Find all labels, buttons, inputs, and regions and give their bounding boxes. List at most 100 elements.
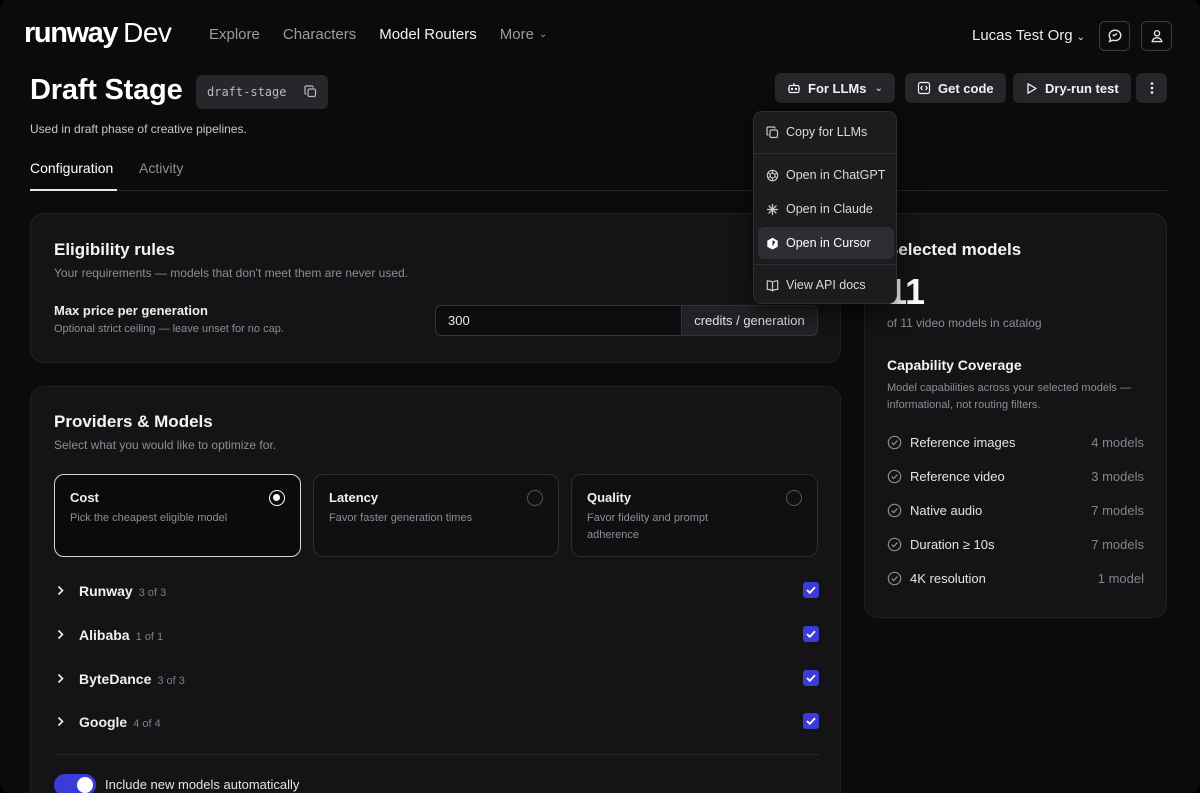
provider-checkbox[interactable] bbox=[803, 582, 819, 598]
tab-configuration[interactable]: Configuration bbox=[30, 160, 113, 176]
nav-more-label: More bbox=[499, 26, 534, 43]
capability-name: Reference video bbox=[910, 469, 1005, 484]
check-icon bbox=[806, 586, 816, 594]
robot-icon bbox=[788, 83, 800, 94]
copy-icon[interactable] bbox=[304, 85, 317, 98]
menu-separator bbox=[754, 153, 896, 154]
tab-activity[interactable]: Activity bbox=[139, 160, 183, 176]
router-slug: draft-stage bbox=[207, 85, 287, 99]
max-price-label: Max price per generation bbox=[54, 303, 208, 318]
providers-subtitle: Select what you would like to optimize f… bbox=[54, 438, 277, 452]
menu-item-open-cursor[interactable]: Open in Cursor bbox=[758, 227, 894, 259]
radio-selected[interactable] bbox=[269, 490, 285, 506]
radio-unselected[interactable] bbox=[786, 490, 802, 506]
check-circle-icon bbox=[887, 537, 902, 552]
get-code-button[interactable]: Get code bbox=[905, 73, 1006, 103]
get-code-label: Get code bbox=[938, 80, 994, 96]
menu-item-view-api-docs[interactable]: View API docs bbox=[758, 269, 894, 301]
for-llms-button[interactable]: For LLMs ⌄ bbox=[775, 73, 895, 103]
nav-model-routers[interactable]: Model Routers bbox=[379, 26, 477, 43]
menu-item-open-chatgpt[interactable]: Open in ChatGPT bbox=[758, 159, 894, 191]
provider-count: 4 of 4 bbox=[133, 718, 161, 730]
logo-wordmark: runway bbox=[24, 17, 119, 49]
provider-checkbox[interactable] bbox=[803, 713, 819, 729]
chevron-right-icon bbox=[57, 716, 64, 727]
coverage-desc: Model capabilities across your selected … bbox=[887, 382, 1131, 411]
menu-item-label: Copy for LLMs bbox=[786, 125, 868, 139]
user-icon bbox=[1150, 30, 1163, 43]
provider-name: ByteDance bbox=[79, 671, 152, 687]
logo[interactable]: runway Dev bbox=[24, 17, 172, 53]
divider bbox=[54, 754, 819, 755]
check-icon bbox=[806, 674, 816, 682]
provider-count: 3 of 3 bbox=[157, 675, 185, 687]
providers-card: Providers & Models Select what you would… bbox=[30, 386, 841, 793]
nav-more[interactable]: More ⌄ bbox=[500, 26, 548, 43]
nav-explore[interactable]: Explore bbox=[209, 26, 260, 43]
page-subtitle: Used in draft phase of creative pipeline… bbox=[30, 122, 247, 136]
dry-run-button[interactable]: Dry-run test bbox=[1013, 73, 1131, 103]
menu-item-open-claude[interactable]: Open in Claude bbox=[758, 193, 894, 225]
capability-name: Reference images bbox=[910, 435, 1016, 450]
org-name: Lucas Test Org bbox=[972, 27, 1073, 44]
option-desc: Favor faster generation times bbox=[329, 512, 473, 524]
copy-icon bbox=[766, 125, 779, 138]
provider-count: 3 of 3 bbox=[138, 587, 167, 599]
optimize-latency-option[interactable]: Latency Favor faster generation times bbox=[313, 474, 559, 557]
more-options-button[interactable] bbox=[1136, 73, 1167, 103]
eligibility-card: Eligibility rules Your requirements — mo… bbox=[30, 213, 841, 363]
more-vertical-icon bbox=[1150, 82, 1153, 94]
auto-include-toggle[interactable] bbox=[54, 774, 96, 793]
radio-unselected[interactable] bbox=[527, 490, 543, 506]
optimize-cost-option[interactable]: Cost Pick the cheapest eligible model bbox=[54, 474, 301, 557]
option-title: Latency bbox=[329, 490, 379, 505]
check-icon bbox=[806, 630, 816, 638]
profile-button[interactable] bbox=[1141, 21, 1172, 51]
active-tab-indicator bbox=[30, 189, 117, 191]
capability-row: Duration ≥ 10s 7 models bbox=[887, 536, 1144, 554]
capability-count: 1 model bbox=[1097, 571, 1144, 586]
chevron-down-icon: ⌄ bbox=[1076, 32, 1085, 43]
optimize-quality-option[interactable]: Quality Favor fidelity and prompt adhere… bbox=[571, 474, 818, 557]
provider-row-bytedance[interactable]: ByteDance 3 of 3 bbox=[54, 667, 819, 691]
provider-checkbox[interactable] bbox=[803, 670, 819, 686]
capability-row: Reference video 3 models bbox=[887, 468, 1144, 486]
check-circle-icon bbox=[887, 571, 902, 586]
provider-row-runway[interactable]: Runway 3 of 3 bbox=[54, 579, 819, 603]
capability-count: 4 models bbox=[1091, 435, 1144, 450]
chevron-right-icon bbox=[57, 673, 64, 684]
catalog-note: of 11 video models in catalog bbox=[887, 316, 1042, 330]
menu-item-label: Open in Claude bbox=[786, 202, 873, 216]
chat-bubble-icon bbox=[1107, 29, 1122, 43]
provider-checkbox[interactable] bbox=[803, 626, 819, 642]
max-price-help: Optional strict ceiling — leave unset fo… bbox=[54, 323, 284, 335]
chevron-right-icon bbox=[57, 629, 64, 640]
max-price-input[interactable] bbox=[435, 305, 682, 336]
org-switcher[interactable]: Lucas Test Org ⌄ bbox=[972, 27, 1085, 44]
selected-models-card: Selected models 11 of 11 video models in… bbox=[864, 213, 1167, 618]
feedback-button[interactable] bbox=[1099, 21, 1130, 51]
page-title: Draft Stage bbox=[30, 74, 183, 106]
dry-run-label: Dry-run test bbox=[1045, 80, 1119, 96]
option-title: Quality bbox=[587, 490, 632, 505]
capability-count: 7 models bbox=[1091, 503, 1144, 518]
provider-row-google[interactable]: Google 4 of 4 bbox=[54, 710, 819, 734]
eligibility-subtitle: Your requirements — models that don't me… bbox=[54, 266, 409, 280]
for-llms-menu: Copy for LLMs Open in ChatGPT Open in Cl… bbox=[753, 111, 897, 304]
selected-models-title: Selected models bbox=[887, 240, 1022, 259]
check-circle-icon bbox=[887, 503, 902, 518]
option-title: Cost bbox=[70, 490, 99, 505]
menu-item-label: View API docs bbox=[786, 278, 866, 292]
chevron-right-icon bbox=[57, 585, 64, 596]
chevron-down-icon: ⌄ bbox=[874, 82, 883, 94]
capability-name: Native audio bbox=[910, 503, 983, 518]
nav-characters[interactable]: Characters bbox=[283, 26, 356, 43]
option-desc: Favor fidelity and prompt adherence bbox=[587, 512, 709, 541]
menu-separator bbox=[754, 264, 896, 265]
logo-suffix: Dev bbox=[123, 17, 172, 48]
for-llms-label: For LLMs bbox=[808, 80, 867, 96]
provider-name: Google bbox=[79, 714, 128, 730]
slug-pill[interactable]: draft-stage bbox=[196, 75, 328, 109]
provider-row-alibaba[interactable]: Alibaba 1 of 1 bbox=[54, 623, 819, 647]
menu-item-copy-for-llms[interactable]: Copy for LLMs bbox=[758, 116, 894, 148]
